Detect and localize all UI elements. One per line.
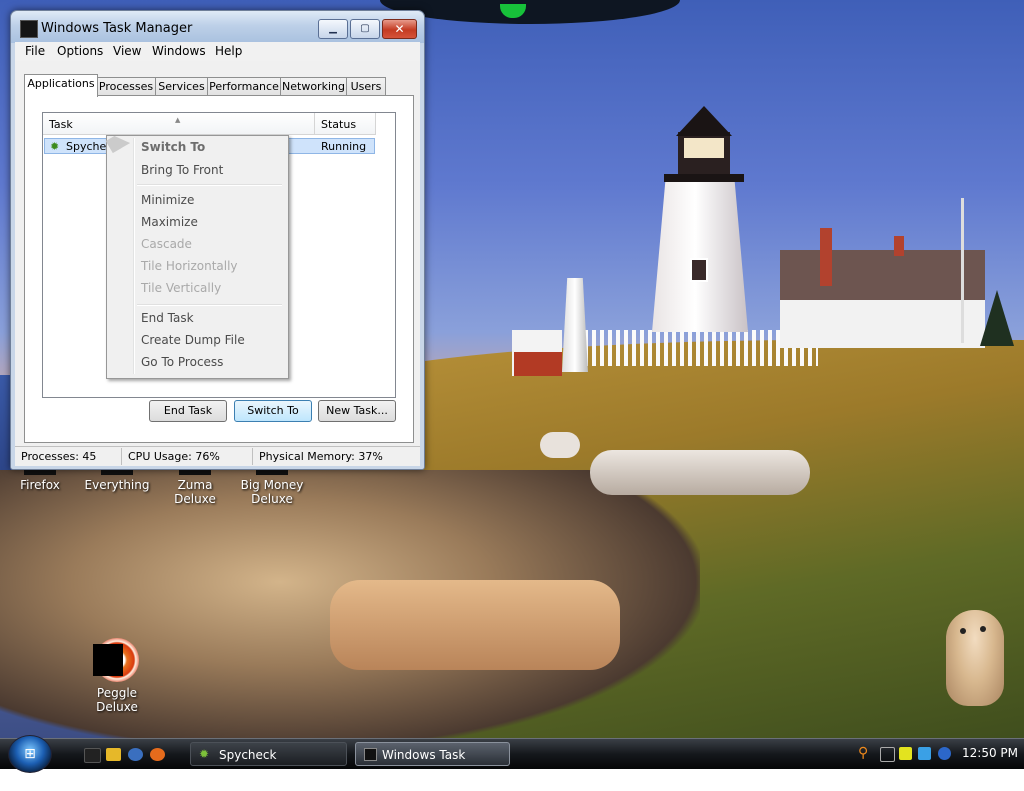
menu-options[interactable]: Options bbox=[57, 44, 103, 58]
quicklaunch-firefox-icon[interactable] bbox=[150, 748, 165, 761]
desktop-icon-label: Zuma Deluxe bbox=[174, 478, 216, 506]
wallpaper-tower bbox=[562, 278, 588, 372]
task-manager-icon bbox=[364, 748, 377, 761]
tray-app-icon[interactable] bbox=[880, 747, 895, 762]
status-separator bbox=[121, 448, 122, 465]
ctx-cascade: Cascade bbox=[141, 237, 192, 251]
tab-users[interactable]: Users bbox=[346, 77, 386, 96]
desktop-icon-label: Firefox bbox=[20, 478, 60, 492]
maximize-button[interactable]: ▢ bbox=[350, 19, 380, 39]
tab-networking[interactable]: Networking bbox=[280, 77, 347, 96]
menu-view[interactable]: View bbox=[113, 44, 141, 58]
top-gadget bbox=[380, 0, 680, 24]
column-header-label: Status bbox=[321, 118, 357, 131]
ctx-go-to-process[interactable]: Go To Process bbox=[141, 355, 223, 369]
wallpaper-lighthouse-roof bbox=[676, 106, 732, 136]
ctx-end-task[interactable]: End Task bbox=[141, 311, 194, 325]
status-cpu-usage: CPU Usage: 76% bbox=[128, 450, 220, 463]
ctx-switch-to[interactable]: Switch To bbox=[141, 140, 205, 154]
wallpaper-rock bbox=[540, 432, 580, 458]
ctx-maximize[interactable]: Maximize bbox=[141, 215, 198, 229]
ctx-create-dump-file[interactable]: Create Dump File bbox=[141, 333, 245, 347]
column-header-status[interactable]: Status bbox=[315, 113, 376, 135]
wallpaper-lighthouse-window bbox=[690, 258, 708, 282]
tab-processes[interactable]: Processes bbox=[96, 77, 156, 96]
tray-notes-icon[interactable] bbox=[899, 747, 912, 760]
wallpaper-chimney bbox=[820, 228, 832, 286]
quicklaunch-switch-windows-icon[interactable] bbox=[128, 748, 143, 761]
context-menu: Switch To Bring To Front Minimize Maximi… bbox=[106, 135, 289, 379]
taskbar: ⊞ ✹ Spycheck Windows Task Mana... ⚲ 12:5… bbox=[0, 735, 1024, 786]
taskbar-item-spycheck[interactable]: ✹ Spycheck bbox=[190, 742, 347, 766]
column-header-task[interactable]: Task ▲ bbox=[43, 113, 315, 135]
desktop-icon-peggle-deluxe[interactable]: Peggle Deluxe bbox=[77, 638, 157, 714]
start-button[interactable]: ⊞ bbox=[8, 735, 52, 773]
task-manager-icon bbox=[20, 20, 38, 38]
status-bar: Processes: 45 CPU Usage: 76% Physical Me… bbox=[15, 446, 420, 466]
taskbar-item-label: Spycheck bbox=[219, 748, 277, 762]
wallpaper-lighthouse bbox=[652, 180, 748, 332]
desktop-icon-label: Deluxe bbox=[251, 492, 293, 506]
desktop-icon-label: Big Money bbox=[240, 478, 304, 492]
wallpaper-shed-base bbox=[514, 352, 562, 376]
wallpaper-rock bbox=[590, 450, 810, 495]
wallpaper-lighthouse-glass bbox=[684, 138, 724, 158]
ctx-bring-to-front[interactable]: Bring To Front bbox=[141, 163, 223, 177]
wallpaper-rock bbox=[330, 580, 620, 670]
close-button[interactable]: ✕ bbox=[382, 19, 417, 39]
status-physical-memory: Physical Memory: 37% bbox=[259, 450, 383, 463]
switch-to-button[interactable]: Switch To bbox=[234, 400, 312, 422]
taskbar-clock[interactable]: 12:50 PM bbox=[962, 746, 1018, 760]
title-bar[interactable]: Windows Task Manager ▁ ▢ ✕ bbox=[11, 11, 424, 43]
minimize-button[interactable]: ▁ bbox=[318, 19, 348, 39]
windows-logo-icon: ⊞ bbox=[24, 746, 36, 762]
end-task-button[interactable]: End Task bbox=[149, 400, 227, 422]
tray-network-icon[interactable] bbox=[918, 747, 931, 760]
gopher-desktop-pet-icon[interactable] bbox=[946, 610, 1004, 706]
new-task-button[interactable]: New Task... bbox=[318, 400, 396, 422]
status-separator bbox=[252, 448, 253, 465]
menu-file[interactable]: File bbox=[25, 44, 45, 58]
window-title: Windows Task Manager bbox=[41, 21, 193, 36]
menu-bar: File Options View Windows Help bbox=[15, 42, 420, 61]
task-status: Running bbox=[321, 140, 367, 153]
wallpaper-chimney bbox=[894, 236, 904, 256]
tray-security-icon[interactable] bbox=[938, 747, 951, 760]
ctx-tile-horizontally: Tile Horizontally bbox=[141, 259, 238, 273]
context-menu-gutter bbox=[133, 138, 135, 374]
wallpaper-house bbox=[780, 300, 985, 348]
ctx-tile-vertically: Tile Vertically bbox=[141, 281, 222, 295]
desktop-icon-label: Everything bbox=[84, 478, 150, 492]
wallpaper-tree bbox=[980, 290, 1014, 346]
sort-ascending-icon: ▲ bbox=[175, 116, 181, 124]
quicklaunch-media-player-icon[interactable] bbox=[106, 748, 121, 761]
context-menu-separator bbox=[137, 184, 282, 186]
desktop-icon-zuma-deluxe[interactable]: Zuma Deluxe bbox=[155, 465, 235, 506]
desktop-icon-big-money-deluxe[interactable]: Big Money Deluxe bbox=[232, 465, 312, 506]
menu-windows[interactable]: Windows bbox=[152, 44, 206, 58]
peggle-icon bbox=[93, 638, 139, 682]
wallpaper-flagpole bbox=[961, 198, 964, 343]
wallpaper-lighthouse-gallery bbox=[664, 174, 744, 182]
quicklaunch-show-desktop-icon[interactable] bbox=[84, 748, 101, 763]
tab-services[interactable]: Services bbox=[155, 77, 208, 96]
tab-applications[interactable]: Applications bbox=[24, 74, 98, 97]
context-menu-separator bbox=[137, 304, 282, 306]
taskbar-item-task-manager[interactable]: Windows Task Mana... bbox=[355, 742, 510, 786]
tab-performance[interactable]: Performance bbox=[207, 77, 281, 96]
desktop-icon-label: Peggle Deluxe bbox=[96, 686, 138, 714]
menu-help[interactable]: Help bbox=[215, 44, 242, 58]
status-processes: Processes: 45 bbox=[21, 450, 97, 463]
column-header-label: Task bbox=[49, 118, 73, 131]
spycheck-bug-icon: ✹ bbox=[50, 140, 60, 153]
tray-search-icon[interactable]: ⚲ bbox=[858, 746, 871, 760]
wallpaper-house-roof bbox=[780, 250, 985, 304]
spycheck-bug-icon: ✹ bbox=[199, 747, 210, 761]
ctx-minimize[interactable]: Minimize bbox=[141, 193, 194, 207]
taskbar-item-label: Windows Task Mana... bbox=[382, 748, 466, 786]
